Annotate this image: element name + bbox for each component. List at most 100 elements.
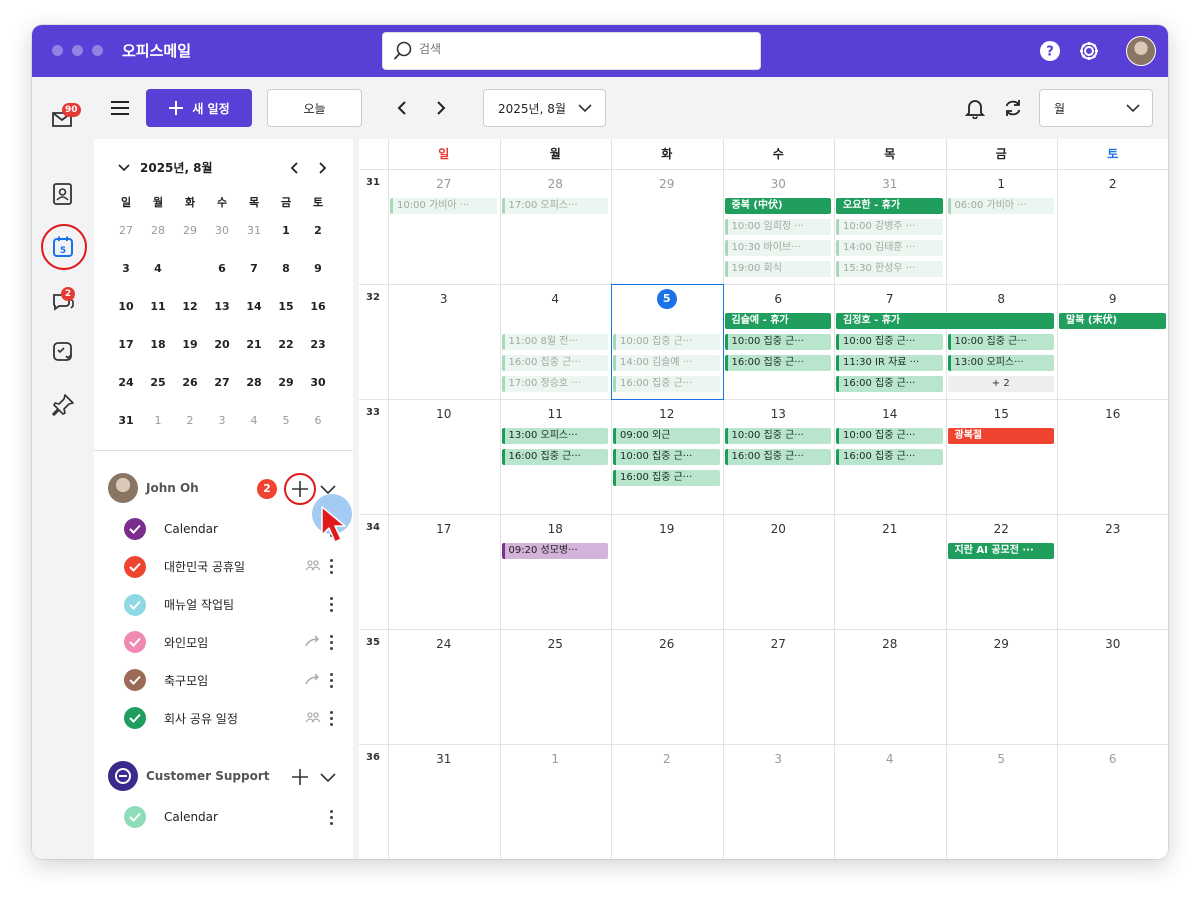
mini-day[interactable]: 1 [144, 407, 172, 435]
event-chip[interactable]: 16:00 집중 근··· [613, 376, 720, 392]
event-chip[interactable]: 지란 AI 공모전 ··· [947, 543, 1054, 559]
window-close-dot[interactable] [52, 45, 63, 56]
mini-day[interactable]: 23 [304, 331, 332, 359]
mini-day[interactable]: 30 [208, 217, 236, 245]
mini-day[interactable]: 6 [304, 407, 332, 435]
event-chip[interactable]: 김정호 - 휴가 [836, 313, 1054, 329]
settings-gear-icon[interactable] [1076, 38, 1102, 64]
mini-day-today[interactable]: 5 [176, 255, 204, 283]
mini-day[interactable]: 2 [304, 217, 332, 245]
calendar-checkbox[interactable] [124, 707, 146, 729]
event-chip[interactable]: 광복절 [947, 428, 1054, 444]
chevron-down-icon[interactable] [118, 163, 130, 173]
day-number[interactable]: 3 [723, 752, 835, 766]
event-chip[interactable]: 10:00 집중 근··· [613, 449, 720, 465]
mini-day[interactable]: 28 [240, 369, 268, 397]
day-number[interactable]: 1 [946, 177, 1058, 191]
view-picker[interactable]: 월 [1039, 89, 1153, 127]
calendar-checkbox[interactable] [124, 631, 146, 654]
mini-day[interactable]: 12 [176, 293, 204, 321]
mini-day[interactable]: 14 [240, 293, 268, 321]
day-number[interactable]: 29 [946, 637, 1058, 651]
calendar-list-item[interactable]: Calendar [124, 805, 334, 829]
mini-day[interactable]: 20 [208, 331, 236, 359]
event-chip[interactable]: 09:20 성모병··· [501, 543, 608, 559]
event-chip[interactable]: 10:30 바이브··· [724, 240, 831, 256]
calendar-list-item[interactable]: 축구모임 [124, 668, 334, 692]
more-options-icon[interactable] [330, 634, 334, 650]
event-chip[interactable]: 10:00 집중 근··· [613, 334, 720, 350]
mini-day[interactable]: 7 [240, 255, 268, 283]
mini-prev-icon[interactable] [289, 161, 301, 175]
day-number[interactable]: 24 [388, 637, 500, 651]
day-number[interactable]: 26 [611, 637, 723, 651]
chevron-left-icon[interactable] [394, 99, 412, 117]
day-number[interactable]: 23 [1057, 522, 1168, 536]
refresh-icon[interactable] [1002, 97, 1024, 119]
event-chip[interactable]: 김슬예 - 휴가 [724, 313, 831, 329]
day-number[interactable]: 9 [1057, 292, 1168, 306]
calendar-list-item[interactable]: 회사 공유 일정 [124, 706, 334, 730]
event-chip[interactable]: 15:30 한성우 ··· [836, 261, 943, 277]
event-chip[interactable]: 16:00 집중 근··· [501, 449, 608, 465]
day-number[interactable]: 1 [500, 752, 612, 766]
day-number[interactable]: 4 [500, 292, 612, 306]
day-number[interactable]: 25 [500, 637, 612, 651]
calendar-checkbox[interactable] [124, 593, 146, 616]
mini-day[interactable]: 1 [272, 217, 300, 245]
calendar-checkbox[interactable] [124, 555, 146, 578]
day-number[interactable]: 20 [723, 522, 835, 536]
day-number[interactable]: 28 [834, 637, 946, 651]
event-chip[interactable]: 10:00 가비아 ··· [390, 198, 497, 214]
mini-next-icon[interactable] [316, 161, 328, 175]
day-number[interactable]: 7 [834, 292, 946, 306]
event-chip[interactable]: 11:00 8월 전··· [501, 334, 608, 350]
day-number[interactable]: 4 [834, 752, 946, 766]
mini-day[interactable]: 29 [272, 369, 300, 397]
event-chip[interactable]: 13:00 오피스··· [947, 355, 1054, 371]
user-avatar[interactable] [1126, 36, 1156, 66]
mini-day[interactable]: 5 [272, 407, 300, 435]
event-chip[interactable]: 16:00 집중 근··· [724, 355, 831, 371]
day-number[interactable]: 30 [723, 177, 835, 191]
day-number[interactable]: 31 [834, 177, 946, 191]
event-chip[interactable]: 오요한 - 휴가 [836, 198, 943, 214]
mini-day[interactable]: 31 [112, 407, 140, 435]
event-chip[interactable]: 10:00 집중 근··· [947, 334, 1054, 350]
event-chip[interactable]: 11:30 IR 자료 ··· [836, 355, 943, 371]
more-options-icon[interactable] [330, 672, 334, 688]
day-number[interactable]: 17 [388, 522, 500, 536]
event-chip[interactable]: 16:00 집중 근··· [836, 376, 943, 392]
mini-day[interactable]: 22 [272, 331, 300, 359]
day-number[interactable]: 3 [388, 292, 500, 306]
mini-day[interactable]: 18 [144, 331, 172, 359]
search-input[interactable] [419, 42, 739, 56]
new-event-button[interactable]: 새 일정 [146, 89, 252, 127]
mini-day[interactable]: 27 [112, 217, 140, 245]
window-minimize-dot[interactable] [72, 45, 83, 56]
day-number[interactable]: 15 [946, 407, 1058, 421]
account-john-oh[interactable]: John Oh [108, 473, 199, 503]
day-number[interactable]: 22 [946, 522, 1058, 536]
day-number[interactable]: 27 [723, 637, 835, 651]
mini-day[interactable]: 13 [208, 293, 236, 321]
event-chip[interactable]: 말복 (末伏) [1059, 313, 1166, 329]
day-number[interactable]: 21 [834, 522, 946, 536]
event-chip[interactable]: 10:00 집중 근··· [836, 428, 943, 444]
mini-day[interactable]: 21 [240, 331, 268, 359]
event-chip[interactable]: 14:00 김태훈 ··· [836, 240, 943, 256]
event-chip[interactable]: 09:00 외근 [613, 428, 720, 444]
calendar-checkbox[interactable] [124, 669, 146, 692]
day-number[interactable]: 18 [500, 522, 612, 536]
pin-icon[interactable] [50, 392, 76, 418]
mini-day[interactable]: 17 [112, 331, 140, 359]
mini-day[interactable]: 26 [176, 369, 204, 397]
day-number[interactable]: 12 [611, 407, 723, 421]
event-chip[interactable]: 13:00 오피스··· [501, 428, 608, 444]
more-options-icon[interactable] [330, 559, 334, 575]
event-chip[interactable]: 10:00 집중 근··· [836, 334, 943, 350]
day-number[interactable]: 8 [946, 292, 1058, 306]
more-options-icon[interactable] [330, 710, 334, 726]
mini-day[interactable]: 25 [144, 369, 172, 397]
calendar-list-item[interactable]: Calendar [124, 517, 334, 541]
